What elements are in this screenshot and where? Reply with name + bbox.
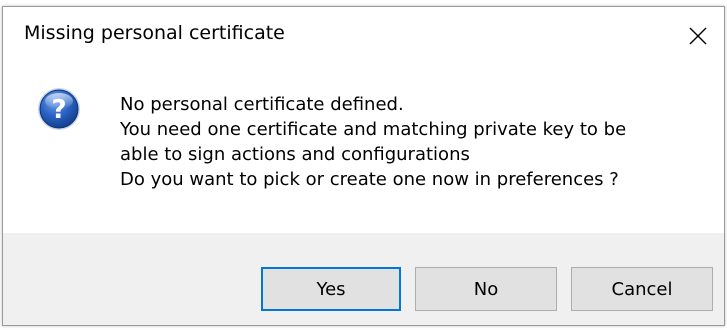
close-icon <box>689 27 707 45</box>
message-line: able to sign actions and configurations <box>120 144 470 165</box>
button-bar: Yes No Cancel <box>3 233 724 325</box>
cancel-button[interactable]: Cancel <box>571 267 713 311</box>
svg-text:?: ? <box>51 95 66 125</box>
no-button[interactable]: No <box>415 267 557 311</box>
title-bar: Missing personal certificate <box>3 7 724 65</box>
close-button[interactable] <box>672 7 724 65</box>
dialog-content: ? No personal certificate defined. You n… <box>3 65 724 233</box>
dialog-message: No personal certificate defined. You nee… <box>120 92 626 192</box>
yes-button[interactable]: Yes <box>261 267 401 311</box>
question-icon: ? <box>38 88 80 130</box>
dialog-title: Missing personal certificate <box>24 22 285 44</box>
message-line: Do you want to pick or create one now in… <box>120 169 619 190</box>
message-line: No personal certificate defined. <box>120 94 404 115</box>
message-dialog: Missing personal certificate ? No person… <box>2 6 725 326</box>
message-line: You need one certificate and matching pr… <box>120 119 627 140</box>
